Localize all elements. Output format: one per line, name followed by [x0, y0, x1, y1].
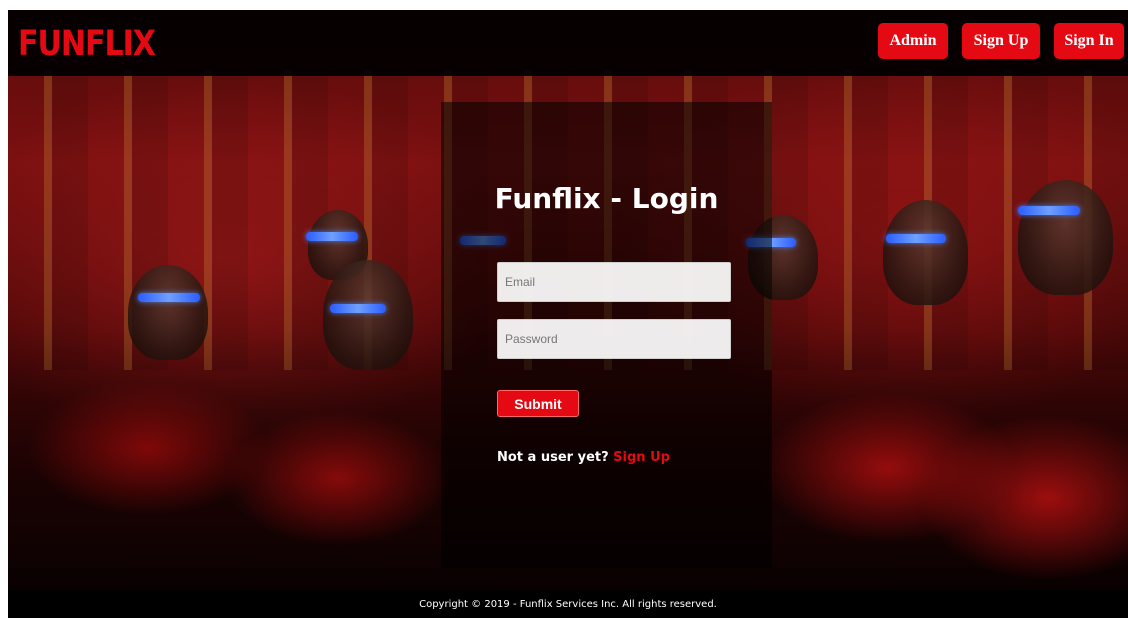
- audience-person: [1018, 180, 1113, 295]
- password-input[interactable]: [497, 319, 731, 359]
- page: FUNFLIX Admin Sign Up Sign In Funflix - …: [8, 10, 1128, 618]
- sign-in-button[interactable]: Sign In: [1054, 23, 1124, 59]
- 3d-glasses-icon: [306, 232, 358, 241]
- email-input[interactable]: [497, 262, 731, 302]
- funflix-logo[interactable]: FUNFLIX: [18, 24, 156, 64]
- signup-prompt-text: Not a user yet?: [497, 450, 614, 465]
- submit-button[interactable]: Submit: [497, 390, 579, 417]
- audience-person: [883, 200, 968, 305]
- 3d-glasses-icon: [1018, 206, 1080, 215]
- signup-prompt: Not a user yet? Sign Up: [497, 450, 670, 465]
- admin-button[interactable]: Admin: [878, 23, 948, 59]
- 3d-glasses-icon: [330, 304, 386, 313]
- top-nav-bar: FUNFLIX Admin Sign Up Sign In: [8, 10, 1128, 76]
- signup-link[interactable]: Sign Up: [613, 450, 670, 465]
- copyright-text: Copyright © 2019 - Funflix Services Inc.…: [419, 598, 717, 610]
- login-title: Funflix - Login: [494, 182, 719, 215]
- footer: Copyright © 2019 - Funflix Services Inc.…: [8, 590, 1128, 618]
- 3d-glasses-icon: [886, 234, 946, 243]
- 3d-glasses-icon: [138, 293, 200, 302]
- sign-up-button[interactable]: Sign Up: [962, 23, 1040, 59]
